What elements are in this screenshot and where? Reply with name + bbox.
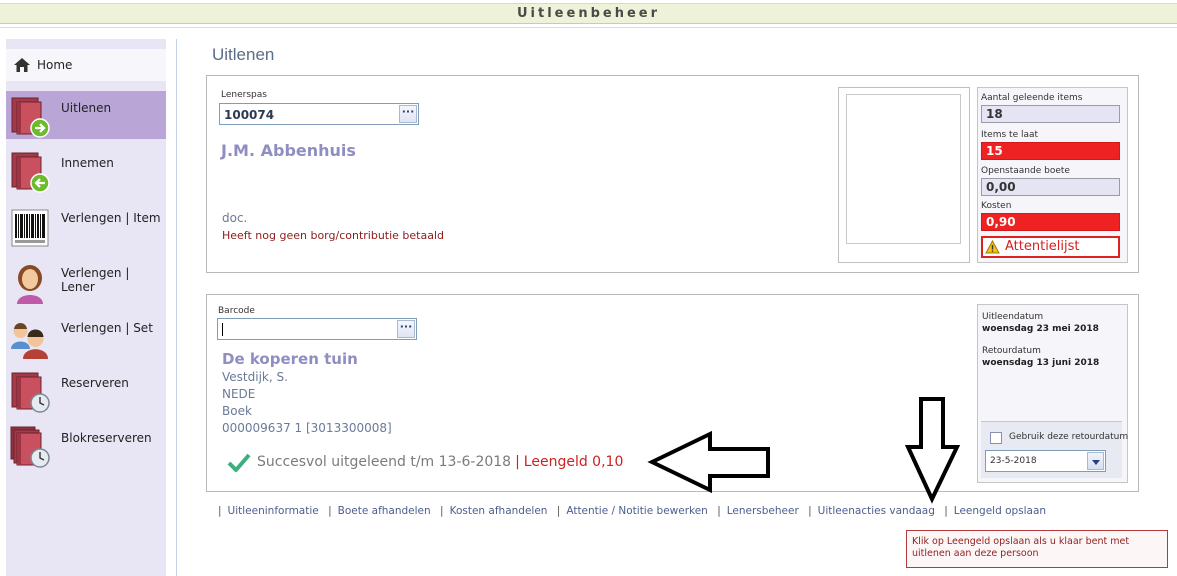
lener-type: doc. <box>222 211 248 225</box>
home-icon <box>14 58 30 72</box>
down-arrow-annotation <box>905 397 960 504</box>
uitleendatum-label: Uitleendatum <box>982 312 1044 322</box>
attentielijst-label: Attentielijst <box>1005 239 1080 254</box>
sidebar-item-label: Uitlenen <box>61 101 112 115</box>
book-code: 000009637 1 [3013300008] <box>222 421 392 435</box>
lenerspas-label: Lenerspas <box>221 90 267 100</box>
lenerspas-value: 100074 <box>224 108 275 122</box>
late-count: 15 <box>981 142 1120 160</box>
book-language: NEDE <box>222 387 256 401</box>
sidebar-item-label: Verlengen | Item <box>61 211 161 225</box>
page-title: Uitlenen <box>212 45 275 64</box>
cost-amount: 0,90 <box>981 213 1120 231</box>
link-boete-afhandelen[interactable]: Boete afhandelen <box>338 505 431 517</box>
divider <box>176 39 177 576</box>
book-out-icon <box>11 97 50 138</box>
success-text: Succesvol uitgeleend t/m 13-6-2018 <box>257 454 512 470</box>
lener-photo <box>846 94 961 244</box>
sidebar-item-label: Home <box>37 58 73 72</box>
sidebar-item-label: Blokreserveren <box>61 431 152 445</box>
fine-label: Openstaande boete <box>981 166 1070 176</box>
sidebar-item-innemen[interactable]: Innemen <box>6 146 166 194</box>
sidebar-item-home[interactable]: Home <box>6 49 166 81</box>
success-separator: | <box>515 454 520 470</box>
lener-name: J.M. Abbenhuis <box>221 141 356 160</box>
barcode-icon <box>11 209 49 247</box>
link-lenersbeheer[interactable]: Lenersbeheer <box>727 505 799 517</box>
leengeld-text: Leengeld 0,10 <box>523 454 624 470</box>
sidebar: Home Uitlenen Innemen Verlengen | Item V… <box>6 39 166 576</box>
left-arrow-annotation <box>647 430 770 494</box>
sidebar-item-label: Reserveren <box>61 376 129 390</box>
gebruik-retourdatum-checkbox[interactable] <box>990 432 1002 444</box>
late-label: Items te laat <box>981 130 1039 140</box>
link-leengeld-opslaan[interactable]: Leengeld opslaan <box>954 505 1046 517</box>
leengeld-tooltip: Klik op Leengeld opslaan als u klaar ben… <box>906 530 1168 568</box>
sidebar-item-label: Verlengen | Lener <box>61 266 130 294</box>
fine-amount: 0,00 <box>981 178 1120 196</box>
divider <box>0 27 1177 28</box>
items-count: 18 <box>981 105 1120 123</box>
lener-notice: Heeft nog geen borg/contributie betaald <box>222 229 445 242</box>
retourdatum-label: Retourdatum <box>982 346 1041 356</box>
lenerspas-browse-button[interactable]: ··· <box>399 105 417 123</box>
app-title: Uitleenbeheer <box>0 3 1177 24</box>
barcode-browse-button[interactable]: ··· <box>397 320 415 338</box>
lenerspas-input[interactable]: 100074 ··· <box>219 103 419 125</box>
user-female-icon <box>17 265 43 304</box>
sidebar-item-verlengen-set[interactable]: Verlengen | Set <box>6 311 166 359</box>
warning-icon <box>985 240 1000 254</box>
sidebar-item-blokreserveren[interactable]: Blokreserveren <box>6 421 166 469</box>
book-in-icon <box>11 152 50 193</box>
book-kind: Boek <box>222 404 252 418</box>
sidebar-item-label: Innemen <box>61 156 114 170</box>
attentielijst-button[interactable]: Attentielijst <box>981 236 1120 258</box>
book-title: De koperen tuin <box>222 350 358 368</box>
sidebar-item-verlengen-lener[interactable]: Verlengen | Lener <box>6 256 166 304</box>
items-label: Aantal geleende items <box>981 93 1083 103</box>
gebruik-retourdatum-label: Gebruik deze retourdatum <box>1009 432 1129 442</box>
action-links: | Uitleeninformatie | Boete afhandelen | Ko… <box>218 505 1047 517</box>
success-message: Succesvol uitgeleend t/m 13-6-2018 | Lee… <box>227 452 623 472</box>
cost-label: Kosten <box>981 201 1012 211</box>
book-author: Vestdijk, S. <box>222 370 288 384</box>
books-clock-icon <box>10 426 50 468</box>
sidebar-item-label: Verlengen | Set <box>61 321 153 335</box>
retourdatum-select-value: 23-5-2018 <box>990 456 1037 466</box>
sidebar-item-verlengen-item[interactable]: Verlengen | Item <box>6 201 166 249</box>
link-uitleenacties-vandaag[interactable]: Uitleenacties vandaag <box>818 505 935 517</box>
sidebar-item-uitlenen[interactable]: Uitlenen <box>6 91 166 139</box>
link-kosten-afhandelen[interactable]: Kosten afhandelen <box>450 505 548 517</box>
text-cursor <box>222 323 223 336</box>
link-attentie-notitie[interactable]: Attentie / Notitie bewerken <box>566 505 708 517</box>
barcode-label: Barcode <box>218 306 255 316</box>
retourdatum-select[interactable]: 23-5-2018 <box>985 450 1106 472</box>
retourdatum-value: woensdag 13 juni 2018 <box>982 358 1100 368</box>
book-clock-icon <box>11 372 50 413</box>
uitleendatum-value: woensdag 23 mei 2018 <box>982 324 1099 334</box>
barcode-input[interactable]: ··· <box>217 318 417 340</box>
chevron-down-icon[interactable] <box>1087 452 1104 470</box>
checkmark-icon <box>227 453 251 472</box>
link-uitleeninformatie[interactable]: Uitleeninformatie <box>228 505 319 517</box>
users-icon <box>11 323 48 359</box>
sidebar-item-reserveren[interactable]: Reserveren <box>6 366 166 414</box>
